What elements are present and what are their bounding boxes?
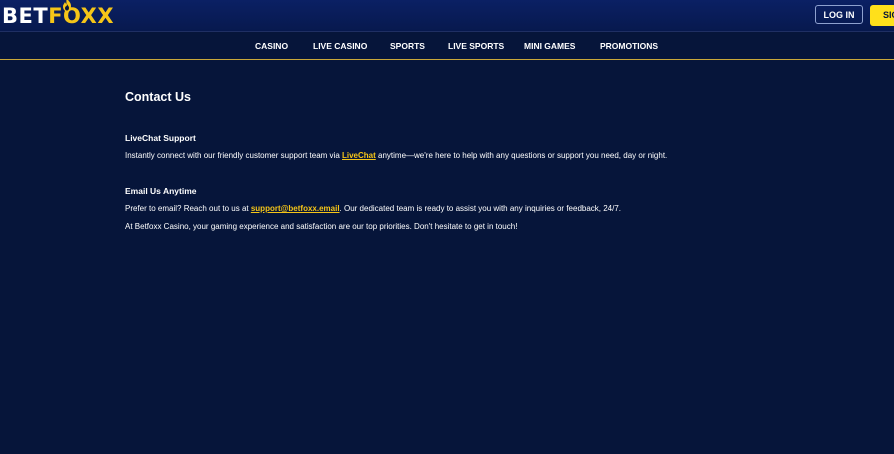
nav-item-sports[interactable]: SPORTS xyxy=(390,32,425,60)
email-text-before: Prefer to email? Reach out to us at xyxy=(125,204,251,213)
livechat-text-before: Instantly connect with our friendly cust… xyxy=(125,151,342,160)
livechat-paragraph: Instantly connect with our friendly cust… xyxy=(125,151,667,160)
livechat-text-after: anytime—we're here to help with any ques… xyxy=(375,151,668,160)
email-text-after: . Our dedicated team is ready to assist … xyxy=(339,204,622,213)
nav-item-live-casino[interactable]: LIVE CASINO xyxy=(313,32,367,60)
page-title: Contact Us xyxy=(125,90,191,104)
main-navigation: CASINO LIVE CASINO SPORTS LIVE SPORTS MI… xyxy=(0,31,894,60)
closing-paragraph: At Betfoxx Casino, your gaming experienc… xyxy=(125,222,518,231)
nav-item-promotions[interactable]: PROMOTIONS xyxy=(600,32,658,60)
top-header: BET FOXX LOG IN SIGN UP xyxy=(0,0,894,31)
logo-text-bet: BET xyxy=(2,4,49,28)
flame-icon xyxy=(63,0,72,12)
email-heading: Email Us Anytime xyxy=(125,186,197,196)
signup-button[interactable]: SIGN UP xyxy=(870,5,894,26)
logo-text-foxx-label: FOXX xyxy=(48,4,115,28)
nav-item-casino[interactable]: CASINO xyxy=(255,32,288,60)
logo-text-foxx: FOXX xyxy=(48,0,115,28)
support-email-link[interactable]: support@betfoxx.email xyxy=(251,204,340,213)
livechat-heading: LiveChat Support xyxy=(125,133,196,143)
nav-item-mini-games[interactable]: MINI GAMES xyxy=(524,32,575,60)
email-paragraph: Prefer to email? Reach out to us at supp… xyxy=(125,204,621,213)
betfoxx-logo[interactable]: BET FOXX xyxy=(2,0,115,28)
login-button[interactable]: LOG IN xyxy=(815,5,863,24)
livechat-link[interactable]: LiveChat xyxy=(342,151,376,160)
nav-item-live-sports[interactable]: LIVE SPORTS xyxy=(448,32,504,60)
